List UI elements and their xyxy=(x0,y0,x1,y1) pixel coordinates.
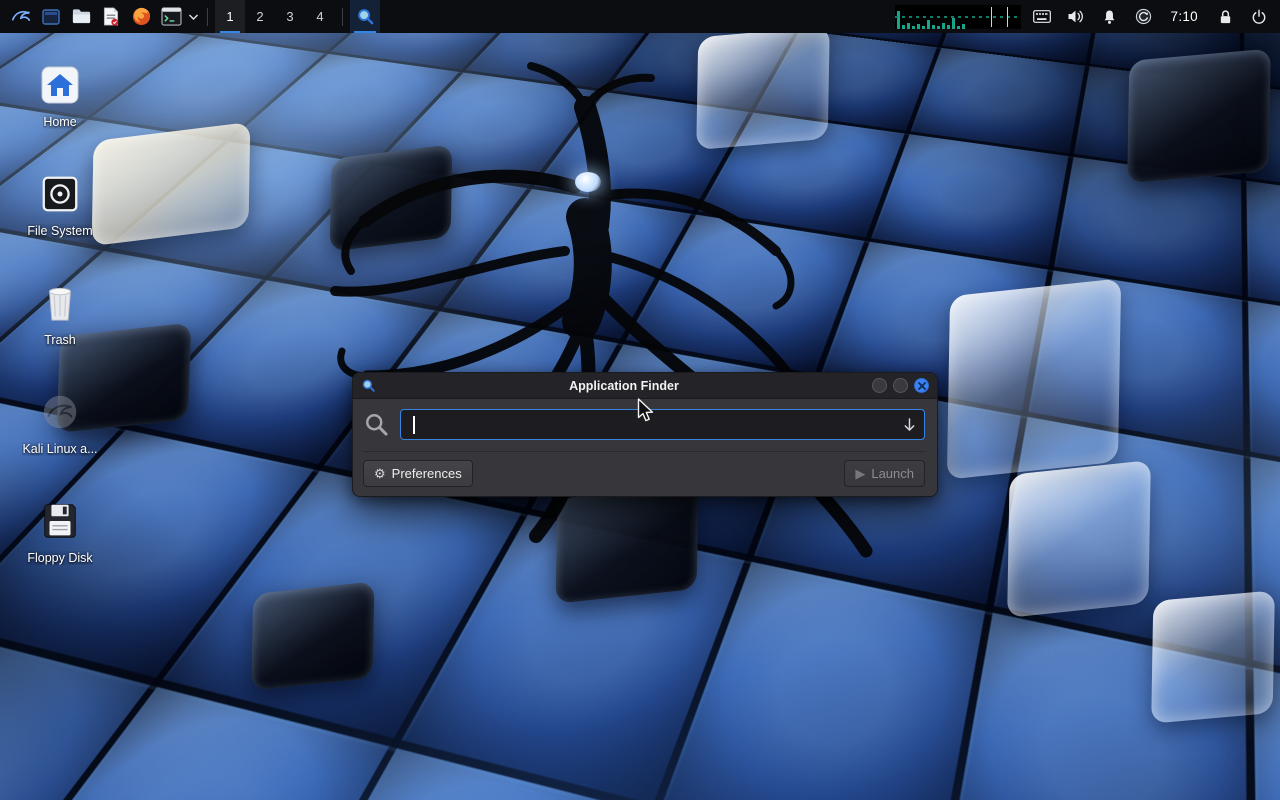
search-icon-large xyxy=(363,411,390,438)
desktop-icon-file-system[interactable]: File System xyxy=(2,170,118,238)
desktop-icon-label: Kali Linux a... xyxy=(22,442,97,456)
taskbar-application-finder[interactable] xyxy=(350,0,380,33)
titlebar[interactable]: Application Finder xyxy=(353,373,937,399)
workspace-2[interactable]: 2 xyxy=(245,0,275,33)
kali-docs-icon xyxy=(39,391,81,433)
glass-cube xyxy=(1007,460,1151,618)
notifications-indicator[interactable] xyxy=(1097,0,1123,33)
workspace-4[interactable]: 4 xyxy=(305,0,335,33)
file-manager-launcher[interactable] xyxy=(66,0,96,33)
lock-screen-button[interactable] xyxy=(1212,0,1238,33)
gear-icon: ⚙ xyxy=(374,467,386,480)
applications-menu-button[interactable] xyxy=(6,0,36,33)
top-panel: 1 2 3 4 xyxy=(0,0,1280,33)
desktop-icon-label: Home xyxy=(43,115,76,129)
close-button[interactable] xyxy=(914,378,929,393)
floppy-disk-icon xyxy=(39,500,81,542)
workspace-3-label: 3 xyxy=(286,9,293,24)
system-monitor-graph[interactable] xyxy=(895,5,1021,29)
close-icon xyxy=(918,382,926,390)
desktop-icon-trash[interactable]: Trash xyxy=(2,279,118,347)
file-system-icon xyxy=(39,173,81,215)
text-editor-launcher[interactable] xyxy=(96,0,126,33)
kali-logo-icon xyxy=(10,6,32,28)
preferences-button[interactable]: ⚙ Preferences xyxy=(363,460,473,487)
workspace-1[interactable]: 1 xyxy=(215,0,245,33)
document-icon xyxy=(101,6,121,27)
application-finder-window: Application Finder xyxy=(352,372,938,497)
window-title: Application Finder xyxy=(382,379,866,393)
panel-right-group: 7:10 xyxy=(895,0,1274,33)
launch-button[interactable]: ▶ Launch xyxy=(844,460,925,487)
workspace-switcher: 1 2 3 4 xyxy=(215,0,335,33)
arrow-down-icon xyxy=(903,418,916,432)
workspace-2-label: 2 xyxy=(256,9,263,24)
firefox-launcher[interactable] xyxy=(126,0,156,33)
workspace-3[interactable]: 3 xyxy=(275,0,305,33)
launch-label: Launch xyxy=(871,466,914,481)
window-icon xyxy=(41,7,61,27)
launch-icon: ▶ xyxy=(855,467,865,480)
desktop-icon-column: Home File System Trash xyxy=(0,33,120,606)
black-cube xyxy=(251,581,374,690)
finder-footer: ⚙ Preferences ▶ Launch xyxy=(363,451,925,496)
preferences-label: Preferences xyxy=(392,466,462,481)
desktop-icon-label: File System xyxy=(27,224,92,238)
desktop-icon-kali-docs[interactable]: Kali Linux a... xyxy=(2,388,118,456)
panel-separator xyxy=(342,8,343,26)
panel-left-group: 1 2 3 4 xyxy=(6,0,380,33)
home-icon xyxy=(38,63,82,107)
keyboard-indicator[interactable] xyxy=(1029,0,1055,33)
minimize-button[interactable] xyxy=(872,378,887,393)
workspace-4-label: 4 xyxy=(316,9,323,24)
logout-button[interactable] xyxy=(1246,0,1272,33)
volume-control[interactable] xyxy=(1063,0,1089,33)
speaker-icon xyxy=(1067,9,1084,24)
desktop-icon-label: Floppy Disk xyxy=(27,551,92,565)
entry-dropdown-button[interactable] xyxy=(903,418,916,432)
workspace-1-label: 1 xyxy=(226,9,233,24)
glass-bead-highlight xyxy=(575,172,601,192)
search-entry[interactable] xyxy=(400,409,925,440)
glass-cube xyxy=(1151,590,1275,723)
finder-body: ⚙ Preferences ▶ Launch xyxy=(353,399,937,496)
bell-icon xyxy=(1102,9,1117,25)
terminal-launcher[interactable] xyxy=(156,0,186,33)
graph-separator xyxy=(1007,7,1008,27)
keyboard-icon xyxy=(1033,10,1051,23)
chevron-down-icon xyxy=(189,14,198,20)
refresh-orb-icon xyxy=(1135,8,1152,25)
glass-cube xyxy=(947,278,1121,479)
power-icon xyxy=(1251,9,1267,25)
desktop-icon-home[interactable]: Home xyxy=(2,61,118,129)
window-app-icon xyxy=(361,378,376,393)
text-caret xyxy=(413,416,415,434)
show-desktop-button[interactable] xyxy=(36,0,66,33)
firefox-icon xyxy=(131,6,152,27)
desktop-icon-floppy-disk[interactable]: Floppy Disk xyxy=(2,497,118,565)
search-input[interactable] xyxy=(409,417,897,432)
terminal-dropdown-button[interactable] xyxy=(186,0,200,33)
lock-icon xyxy=(1218,9,1233,25)
search-icon xyxy=(356,7,375,26)
folder-icon xyxy=(71,6,92,27)
panel-clock[interactable]: 7:10 xyxy=(1165,9,1204,24)
updates-indicator[interactable] xyxy=(1131,0,1157,33)
search-row xyxy=(363,409,925,440)
terminal-icon xyxy=(161,7,182,26)
maximize-button[interactable] xyxy=(893,378,908,393)
desktop-icon-label: Trash xyxy=(44,333,76,347)
trash-icon xyxy=(40,282,80,324)
black-cube xyxy=(1127,48,1271,183)
graph-separator xyxy=(991,7,992,27)
panel-separator xyxy=(207,8,208,26)
